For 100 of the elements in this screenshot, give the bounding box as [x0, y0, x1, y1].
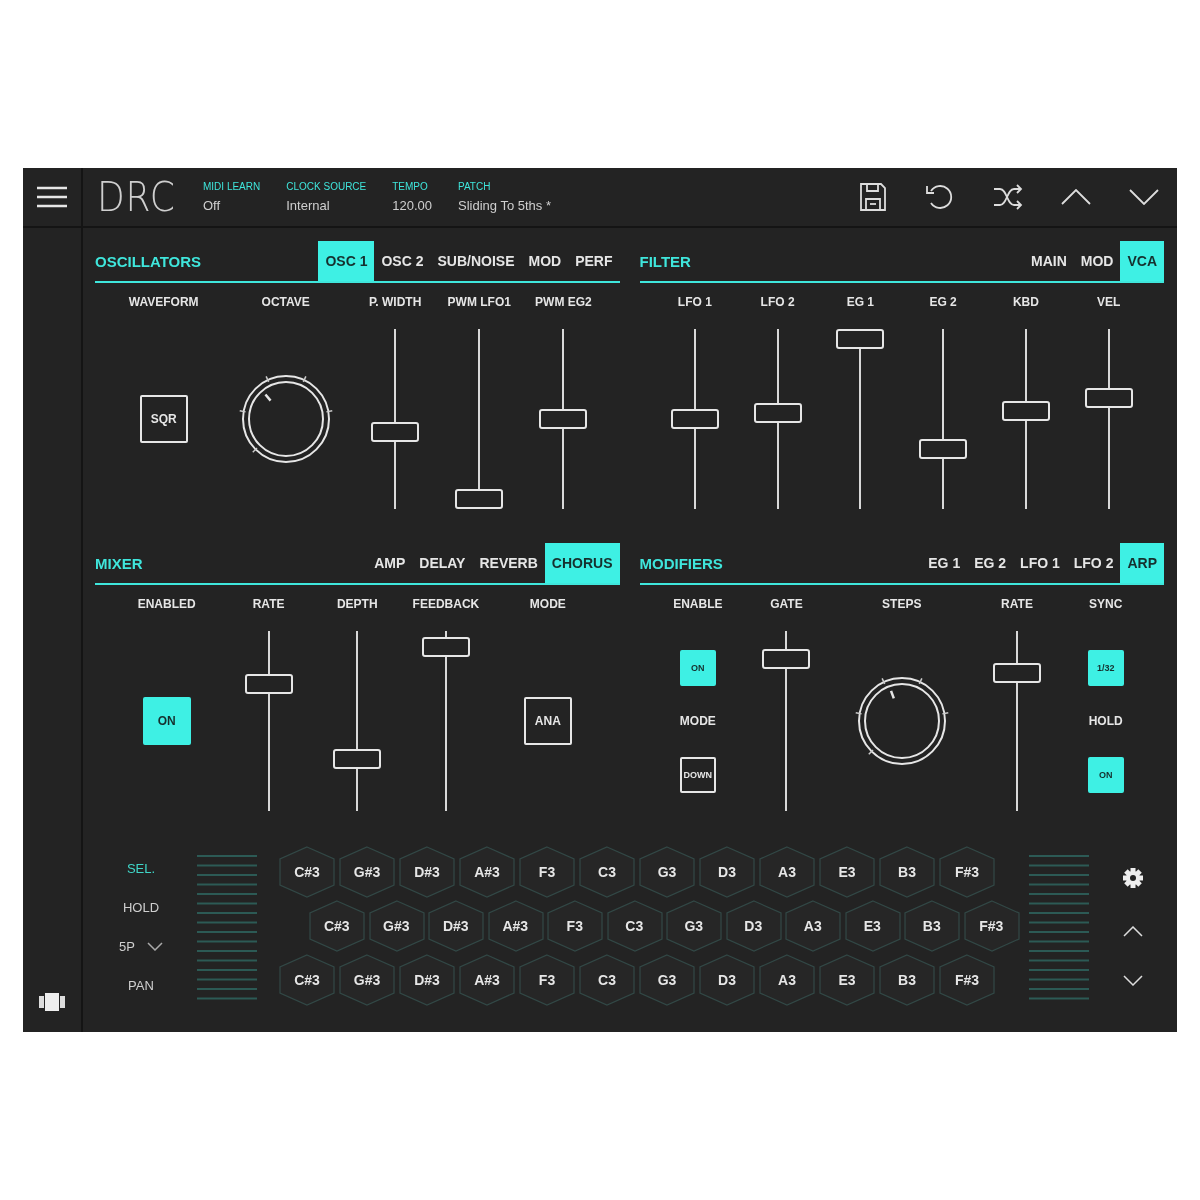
panel-tab[interactable]: MOD — [521, 241, 569, 281]
note-key[interactable]: A#3 — [459, 954, 515, 1006]
slider-thumb[interactable] — [919, 439, 968, 460]
panel-tab[interactable]: OSC 1 — [318, 241, 375, 281]
slider-thumb[interactable] — [539, 409, 588, 429]
field-value[interactable]: Internal — [286, 198, 367, 213]
note-key[interactable]: D#3 — [399, 846, 455, 898]
control-label: SYNC — [1089, 597, 1123, 613]
note-key[interactable]: G#3 — [368, 900, 424, 952]
note-key[interactable]: C#3 — [279, 954, 335, 1006]
slider-thumb[interactable] — [333, 749, 382, 770]
slider-thumb[interactable] — [455, 489, 504, 509]
save-icon[interactable] — [859, 182, 887, 212]
panel-tab[interactable]: MAIN — [1024, 241, 1074, 281]
control-label: FEEDBACK — [412, 597, 480, 613]
note-key[interactable]: F#3 — [939, 846, 995, 898]
control-label: VEL — [1096, 295, 1121, 311]
slider-thumb[interactable] — [1084, 388, 1133, 409]
note-key[interactable]: E3 — [844, 900, 900, 952]
note-key[interactable]: C3 — [579, 846, 635, 898]
note-key[interactable]: F3 — [519, 954, 575, 1006]
undo-icon[interactable] — [925, 183, 955, 211]
panel-tab[interactable]: MOD — [1073, 241, 1121, 281]
control-label: OCTAVE — [261, 295, 310, 311]
settings-icon[interactable] — [1123, 868, 1143, 888]
slider-thumb[interactable] — [753, 402, 802, 423]
panel-tab[interactable]: VCA — [1120, 241, 1164, 281]
up-chevron-icon[interactable] — [1123, 926, 1143, 937]
slider-thumb[interactable] — [836, 329, 885, 349]
note-key[interactable]: C#3 — [309, 900, 365, 952]
field-label: TEMPO — [392, 181, 429, 192]
note-key[interactable]: D#3 — [428, 900, 484, 952]
note-key[interactable]: A#3 — [487, 900, 543, 952]
toggle-button[interactable]: SQR — [139, 395, 188, 443]
panel-tab[interactable]: REVERB — [472, 543, 545, 583]
note-key[interactable]: A3 — [785, 900, 841, 952]
note-key[interactable]: G#3 — [339, 954, 395, 1006]
panel-tab[interactable]: EG 2 — [967, 543, 1014, 583]
note-key[interactable]: D3 — [699, 846, 755, 898]
note-key[interactable]: G3 — [639, 954, 695, 1006]
panel-tab[interactable]: LFO 2 — [1066, 543, 1121, 583]
note-key[interactable]: G3 — [639, 846, 695, 898]
control-label: PWM LFO1 — [447, 295, 511, 311]
panel-tab[interactable]: EG 1 — [921, 543, 968, 583]
note-key[interactable]: A#3 — [459, 846, 515, 898]
shuffle-icon[interactable] — [993, 184, 1023, 210]
note-key[interactable]: B3 — [904, 900, 960, 952]
mode-option[interactable]: SEL. — [126, 861, 156, 876]
note-key[interactable]: E3 — [819, 846, 875, 898]
panel-tab[interactable]: AMP — [367, 543, 413, 583]
note-key[interactable]: F3 — [547, 900, 603, 952]
slider-thumb[interactable] — [371, 421, 420, 442]
note-key[interactable]: D3 — [699, 954, 755, 1006]
panel-title: FILTER — [639, 252, 691, 270]
toggle-button[interactable]: ANA — [523, 697, 572, 745]
field-value[interactable]: Sliding To 5ths * — [458, 198, 551, 213]
toggle-button[interactable]: ON — [1087, 756, 1124, 793]
note-key[interactable]: B3 — [879, 846, 935, 898]
panel-tab[interactable]: CHORUS — [544, 543, 620, 583]
preset-dropdown[interactable]: 5P — [119, 939, 163, 954]
panel-tab[interactable]: DELAY — [412, 543, 473, 583]
note-key[interactable]: F#3 — [963, 900, 1019, 952]
note-key[interactable]: G#3 — [339, 846, 395, 898]
panel-tab[interactable]: OSC 2 — [374, 241, 431, 281]
down-chevron-icon[interactable] — [1129, 189, 1159, 205]
cards-icon[interactable] — [39, 992, 65, 1012]
note-key[interactable]: C3 — [606, 900, 662, 952]
toggle-button[interactable]: DOWN — [679, 756, 716, 793]
control-label: LFO 2 — [760, 295, 795, 311]
slider-thumb[interactable] — [244, 674, 293, 695]
note-key[interactable]: C3 — [579, 954, 635, 1006]
note-key[interactable]: F#3 — [939, 954, 995, 1006]
note-key[interactable]: B3 — [879, 954, 935, 1006]
note-key[interactable]: A3 — [759, 954, 815, 1006]
panel-tab[interactable]: LFO 1 — [1013, 543, 1067, 583]
note-key[interactable]: E3 — [819, 954, 875, 1006]
mode-option[interactable]: HOLD — [122, 900, 160, 915]
field-value[interactable]: 120.00 — [392, 198, 432, 213]
slider-thumb[interactable] — [421, 637, 470, 658]
toggle-button[interactable]: ON — [679, 649, 716, 686]
mode-option[interactable]: PAN — [128, 978, 154, 993]
field-value[interactable]: Off — [203, 198, 261, 213]
down-chevron-icon[interactable] — [1123, 975, 1143, 986]
slider-thumb[interactable] — [670, 409, 719, 429]
panel-tab[interactable]: PERF — [568, 241, 620, 281]
note-key[interactable]: D3 — [725, 900, 781, 952]
note-key[interactable]: F3 — [519, 846, 575, 898]
slider-thumb[interactable] — [1001, 401, 1050, 421]
app-logo: DRC — [97, 174, 177, 220]
toggle-button[interactable]: 1/32 — [1087, 649, 1124, 686]
up-chevron-icon[interactable] — [1061, 189, 1091, 205]
note-key[interactable]: G3 — [666, 900, 722, 952]
toggle-button[interactable]: ON — [142, 697, 191, 745]
panel-tab[interactable]: SUB/NOISE — [430, 241, 522, 281]
note-key[interactable]: D#3 — [399, 954, 455, 1006]
note-key[interactable]: A3 — [759, 846, 815, 898]
panel-tab[interactable]: ARP — [1120, 543, 1164, 583]
slider-thumb[interactable] — [762, 648, 811, 669]
note-key[interactable]: C#3 — [279, 846, 335, 898]
slider-thumb[interactable] — [993, 663, 1041, 683]
